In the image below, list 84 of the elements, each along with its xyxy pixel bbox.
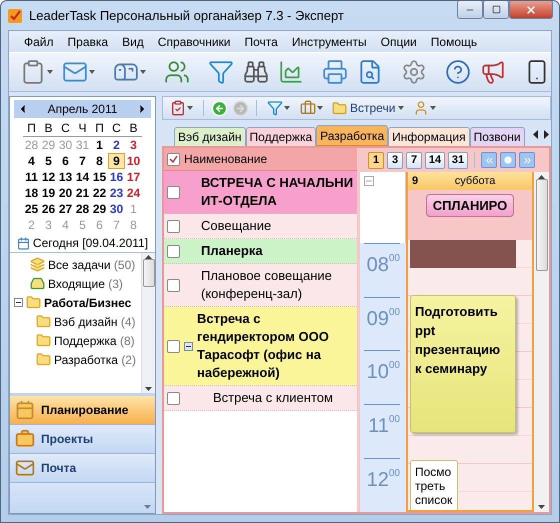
tree-item[interactable]: Вэб дизайн (4) — [54, 314, 136, 328]
column-header: Наименование — [184, 152, 268, 166]
scale-button[interactable]: 7 — [406, 152, 422, 168]
scale-button[interactable]: 31 — [448, 152, 468, 168]
calendar-day[interactable]: 3 — [125, 137, 142, 153]
scale-button[interactable]: 3 — [387, 152, 403, 168]
calendar-day[interactable]: 5 — [40, 153, 57, 169]
menu-item[interactable]: Опции — [374, 34, 424, 48]
tree-item[interactable]: Поддержка (8) — [54, 334, 135, 348]
weekday-label: Ч — [74, 120, 91, 137]
calendar-day[interactable]: 10 — [125, 153, 142, 169]
calendar-day[interactable]: 26 — [40, 201, 57, 217]
calendar-day[interactable]: 23 — [108, 185, 125, 201]
calendar-day[interactable]: 22 — [91, 185, 108, 201]
calendar-day[interactable]: 27 — [57, 201, 74, 217]
calendar-day[interactable]: 15 — [91, 169, 108, 185]
calendar-day[interactable]: 25 — [23, 201, 40, 217]
menu-item[interactable]: Почта — [237, 34, 285, 48]
menu-item[interactable]: Помощь — [424, 34, 484, 48]
weekday-label: П — [91, 120, 108, 137]
task-title: Встреча с клиентом — [212, 389, 333, 407]
weekday-label: С — [57, 120, 74, 137]
category-tab[interactable]: Разработка — [316, 125, 388, 146]
scale-button[interactable]: 1 — [368, 152, 384, 168]
calendar-day[interactable]: 17 — [125, 169, 142, 185]
event-card[interactable]: Подготовить ppt презентацию к семинару — [410, 295, 516, 432]
calendar-day[interactable]: 11 — [23, 169, 40, 185]
weekday-label: В — [40, 120, 57, 137]
calendar-day[interactable]: 29 — [91, 201, 108, 217]
calendar-day[interactable]: 14 — [74, 169, 91, 185]
calendar-day[interactable]: 9 — [108, 153, 125, 169]
category-tab[interactable]: Вэб дизайн — [174, 127, 246, 146]
calendar-day[interactable]: 18 — [23, 185, 40, 201]
category-tab[interactable]: Позвони — [470, 127, 525, 146]
hour-label: 09$^{00}$ — [366, 308, 400, 330]
calendar-day[interactable]: 12 — [40, 169, 57, 185]
menu-item[interactable]: Файл — [17, 34, 61, 48]
calendar-day[interactable]: 16 — [108, 169, 125, 185]
task-title: Плановое совещание (конференц-зал) — [201, 267, 332, 303]
category-tab[interactable]: Информация — [388, 127, 470, 146]
scale-button[interactable]: 14 — [425, 152, 445, 168]
calendar-day[interactable]: 20 — [57, 185, 74, 201]
task-title: Планерка — [201, 242, 263, 260]
category-dropdown[interactable]: Встречи — [330, 100, 406, 116]
calendar-day[interactable]: 6 — [57, 153, 74, 169]
calendar-day[interactable]: 21 — [74, 185, 91, 201]
hour-label: 11$^{00}$ — [368, 415, 400, 438]
calendar-day[interactable]: 4 — [23, 153, 40, 169]
hour-label: 10$^{00}$ — [366, 361, 400, 384]
weekday-label: П — [23, 120, 40, 137]
event-card[interactable]: Посмо треть список — [410, 460, 458, 510]
nav-button[interactable]: Планирование — [10, 396, 155, 425]
calendar-day[interactable]: 1 — [91, 137, 108, 153]
calendar-day[interactable]: 2 — [108, 137, 125, 153]
task-title: Встреча с гендиректором ООО Тарасофт (офис на набережной) — [197, 310, 329, 382]
menu-item[interactable]: Правка — [60, 34, 116, 48]
tree-item[interactable]: Разработка (2) — [54, 352, 136, 366]
weekday-label: В — [125, 120, 142, 137]
calendar-day[interactable]: 8 — [91, 153, 108, 169]
menu-item[interactable]: Справочники — [150, 34, 238, 48]
day-header: 9 суббота — [408, 172, 532, 190]
hour-label: 08$^{00}$ — [366, 254, 400, 276]
window-title: LeaderTask Персональный органайзер 7.3 - Эксперт — [29, 8, 345, 23]
menu-item[interactable]: Вид — [115, 34, 151, 48]
tree-item[interactable]: Входящие (3) — [48, 276, 123, 290]
task-title: ВСТРЕЧА С НАЧАЛЬНИ ИТ-ОТДЕЛА — [201, 174, 354, 210]
nav-button[interactable]: Проекты — [10, 425, 155, 454]
all-day-event[interactable]: СПЛАНИРО — [426, 194, 514, 217]
nav-button[interactable]: Почта — [10, 454, 155, 483]
tree-item[interactable]: Все задачи (50) — [48, 258, 136, 272]
weekday-label: С — [108, 120, 125, 137]
calendar-day[interactable]: 19 — [40, 185, 57, 201]
calendar-day[interactable]: 7 — [74, 153, 91, 169]
category-tab[interactable]: Поддержка — [246, 127, 316, 146]
task-title: Совещание — [201, 217, 272, 235]
calendar-day[interactable]: 28 — [74, 201, 91, 217]
month-title: Апрель 2011 — [48, 102, 118, 116]
menu-item[interactable]: Инструменты — [284, 34, 374, 48]
today-link[interactable]: Сегодня [09.04.2011] — [14, 236, 151, 250]
calendar-day[interactable]: 24 — [125, 185, 142, 201]
hour-label: 12$^{00}$ — [366, 469, 400, 492]
calendar-day[interactable]: 30 — [108, 201, 125, 217]
tree-item[interactable]: Работа/Бизнес — [44, 296, 132, 310]
calendar-day[interactable]: 13 — [57, 169, 74, 185]
